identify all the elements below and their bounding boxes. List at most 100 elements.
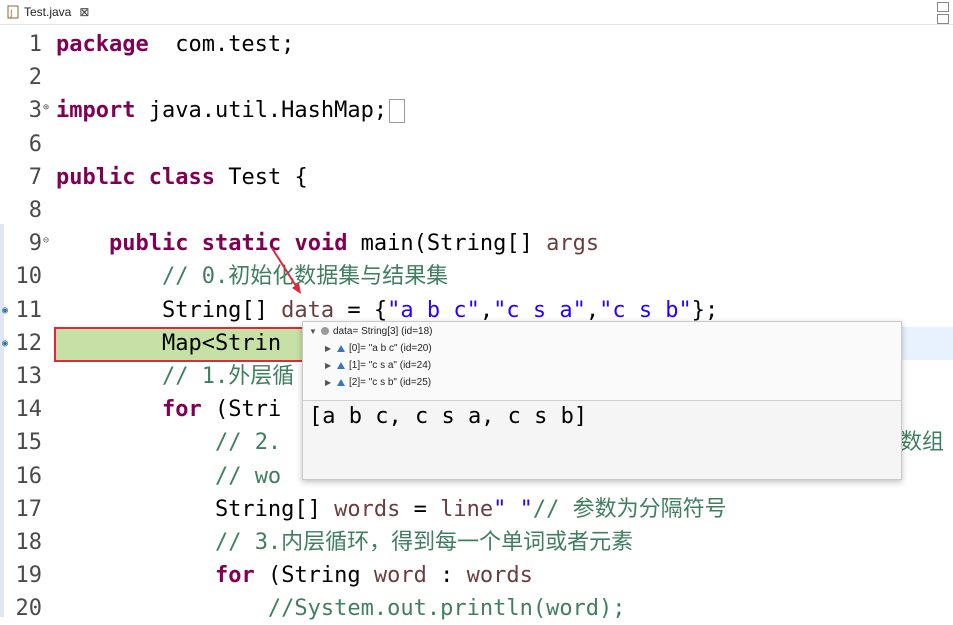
code-token: (String (254, 563, 374, 589)
code-token: "a b c" (387, 297, 480, 323)
code-text[interactable]: // 3.内层循环，得到每一个单词或者元素 (56, 526, 633, 559)
line-number: 16 (15, 463, 43, 489)
line-number: 9 (28, 231, 42, 257)
code-line[interactable]: 2 (0, 61, 953, 94)
element-icon (337, 361, 345, 369)
code-token: line (440, 496, 494, 522)
code-token: : (426, 563, 467, 589)
close-icon[interactable]: ⊠ (79, 5, 89, 19)
code-token: com.test; (148, 32, 295, 57)
code-token: String[] (56, 297, 282, 323)
code-line[interactable]: 6 (0, 128, 953, 161)
code-text[interactable]: //System.out.println(word); (56, 592, 626, 625)
code-token: "c s a" (493, 297, 586, 323)
code-text[interactable]: // 0.初始化数据集与结果集 (56, 260, 448, 293)
collapsed-triangle-icon[interactable]: ▶ (325, 361, 337, 370)
tree-item[interactable]: ▶ [0]= "a b c" (id=20) (325, 340, 432, 356)
expand-fold-icon[interactable]: ⊕ (43, 102, 49, 114)
line-number: 1 (28, 32, 42, 57)
breakpoint-icon[interactable]: ◉ (2, 338, 8, 349)
code-line[interactable]: 9 ⊖ public static void main(String[] args (0, 227, 953, 260)
code-line[interactable]: 7 public class Test { (0, 161, 953, 194)
code-text[interactable]: Map<Strin (56, 327, 281, 360)
line-number: 8 (28, 198, 42, 223)
code-token: //System.out.println(word); (267, 596, 626, 622)
folded-code-box-icon[interactable] (389, 99, 406, 124)
code-token: main(String[] (347, 231, 547, 257)
code-text[interactable]: public class Test { (56, 161, 308, 194)
line-number: 10 (15, 264, 43, 290)
code-text[interactable]: // 2. (56, 426, 281, 459)
tree-item-label: [2]= "c s b" (id=25) (349, 376, 432, 388)
code-token: // 参数为分隔符号 (532, 496, 727, 522)
code-line[interactable]: 8 (0, 194, 953, 227)
code-token: , (585, 297, 600, 323)
code-line[interactable]: 10 // 0.初始化数据集与结果集 (0, 260, 953, 293)
value-detail-pane[interactable]: [a b c, c s a, c s b] (309, 404, 587, 430)
code-token: , (479, 297, 494, 323)
maximize-icon[interactable] (937, 14, 949, 24)
code-token: = { (334, 297, 388, 323)
code-token: args (546, 231, 600, 257)
tree-root[interactable]: ▼ data= String[3] (id=18) (309, 323, 433, 339)
code-token: // 2. (214, 430, 282, 456)
line-number: 3 (28, 98, 42, 124)
code-line[interactable]: 18 // 3.内层循环，得到每一个单词或者元素 (0, 526, 953, 559)
code-token: import (56, 98, 136, 124)
line-number: 19 (15, 563, 43, 589)
tab-test-java[interactable]: J Test.java ⊠ (0, 0, 100, 24)
svg-text:J: J (9, 9, 13, 19)
code-token: java.util.HashMap; (135, 98, 388, 124)
collapsed-triangle-icon[interactable]: ▶ (325, 344, 337, 353)
tree-item[interactable]: ▶ [2]= "c s b" (id=25) (325, 374, 431, 390)
code-text[interactable]: for (Stri (56, 393, 281, 426)
code-token: Map<Strin (56, 330, 282, 356)
collapsed-triangle-icon[interactable]: ▶ (325, 378, 337, 387)
tree-root-label: data= String[3] (id=18) (333, 325, 433, 337)
code-line[interactable]: 17 String[] words = line" "// 参数为分隔符号 (0, 493, 953, 526)
code-token: class (148, 164, 215, 190)
collapse-fold-icon[interactable]: ⊖ (43, 235, 49, 247)
code-text[interactable]: import java.util.HashMap; (56, 94, 406, 127)
variable-inspector-popup[interactable]: ▼ data= String[3] (id=18) ▶ [0]= "a b c"… (302, 321, 902, 480)
line-number: 2 (28, 65, 42, 91)
code-text[interactable]: String[] words = line" "// 参数为分隔符号 (56, 493, 727, 526)
code-line[interactable]: 3 ⊕ import java.util.HashMap; (0, 94, 953, 127)
code-text[interactable]: public static void main(String[] args (56, 227, 599, 260)
expanded-triangle-icon[interactable]: ▼ (309, 327, 321, 336)
window-controls[interactable] (937, 2, 949, 26)
element-icon (337, 378, 345, 386)
code-line[interactable]: 1 package com.test; (0, 28, 953, 61)
breakpoint-icon[interactable]: ◉ (2, 305, 8, 316)
variable-tree[interactable]: ▼ data= String[3] (id=18) ▶ [0]= "a b c"… (303, 322, 901, 401)
minimize-icon[interactable] (937, 2, 949, 12)
code-token: // 3.内层循环，得到每一个单词或者元素 (214, 530, 634, 555)
code-text[interactable]: // wo (56, 460, 281, 493)
code-line[interactable]: 19 for (String word : words (0, 559, 953, 592)
tree-item-label: [0]= "a b c" (id=20) (349, 342, 432, 354)
line-number: 14 (15, 397, 43, 423)
code-text[interactable]: package com.test; (56, 28, 294, 61)
tree-item[interactable]: ▶ [1]= "c s a" (id=24) (325, 357, 431, 373)
editor-tab-bar: J Test.java ⊠ (0, 0, 953, 25)
line-number: 20 (15, 596, 43, 622)
code-text[interactable]: // 1.外层循 (56, 360, 294, 393)
code-token: for (214, 563, 255, 589)
java-file-icon: J (6, 5, 20, 19)
line-number: 7 (28, 164, 42, 190)
element-icon (337, 344, 345, 352)
line-number: 18 (15, 530, 43, 555)
code-text[interactable]: for (String word : words (56, 559, 533, 592)
code-line[interactable]: 20 //System.out.println(word); (0, 592, 953, 625)
code-token: public (56, 164, 136, 190)
red-arrow-annotation (271, 247, 301, 294)
